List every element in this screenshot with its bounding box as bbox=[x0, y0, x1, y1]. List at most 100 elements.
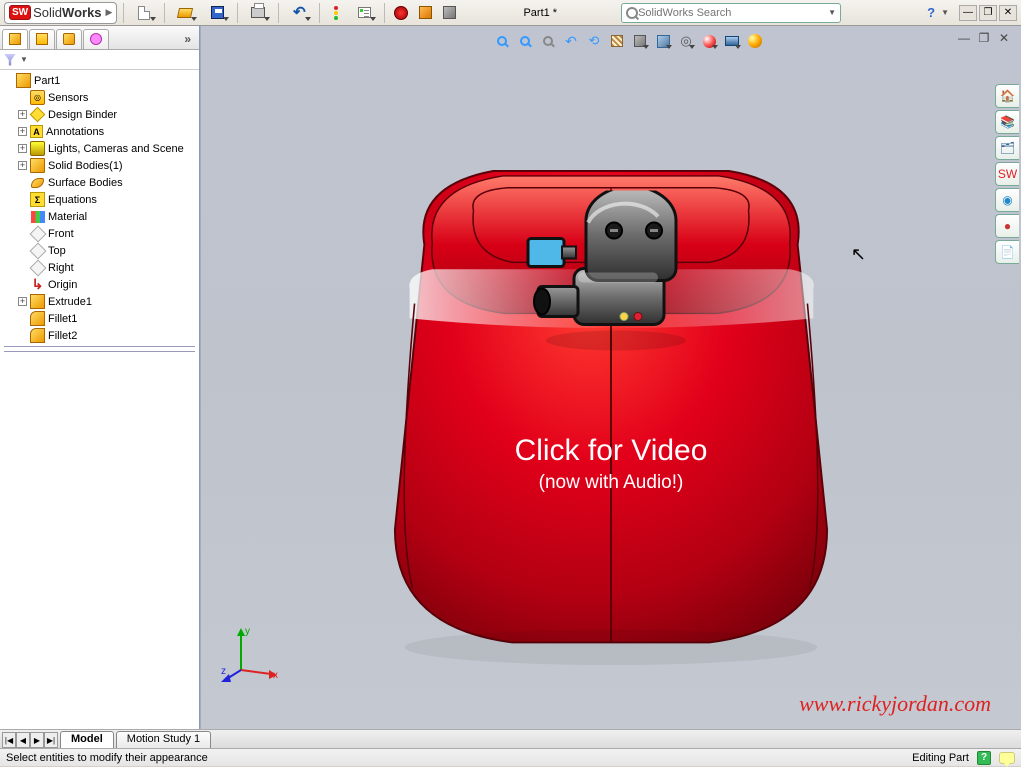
filter-funnel-icon bbox=[4, 54, 16, 66]
tree-item-label: Fillet2 bbox=[48, 330, 77, 342]
property-manager-tab[interactable] bbox=[29, 29, 55, 49]
custom-properties-icon-glyph: ● bbox=[1004, 219, 1011, 233]
doc-minimize-button[interactable]: — bbox=[955, 30, 973, 46]
tree-item-plane[interactable]: Top bbox=[16, 242, 197, 259]
tree-item-lights[interactable]: +Lights, Cameras and Scene bbox=[16, 140, 197, 157]
close-button[interactable]: ✕ bbox=[999, 5, 1017, 21]
tree-item-binder[interactable]: +Design Binder bbox=[16, 106, 197, 123]
tab-nav-last[interactable]: ▶| bbox=[44, 732, 58, 748]
print-button[interactable] bbox=[244, 3, 272, 23]
rotate-view-button[interactable]: ⟲ bbox=[583, 31, 605, 51]
file-explorer-icon-glyph: 🗂 bbox=[1000, 141, 1015, 155]
tree-item-surf[interactable]: Surface Bodies bbox=[16, 174, 197, 191]
tree-item-label: Annotations bbox=[46, 126, 104, 138]
zoom-dynamic-icon: ↶ bbox=[565, 33, 577, 50]
tree-split-handle[interactable] bbox=[4, 346, 195, 352]
feature-manager-tab[interactable] bbox=[2, 29, 28, 49]
overlay-line1: Click for Video bbox=[515, 434, 708, 468]
solidworks-resource-icon bbox=[419, 6, 432, 19]
custom-properties-icon[interactable]: ● bbox=[995, 214, 1019, 238]
status-bar: Select entities to modify their appearan… bbox=[0, 748, 1021, 766]
zoom-dynamic-button[interactable]: ↶ bbox=[560, 31, 582, 51]
view-palette-icon-glyph: SW bbox=[998, 167, 1017, 181]
app-name: SolidWorks bbox=[33, 5, 101, 20]
design-library-icon[interactable]: 📚 bbox=[995, 110, 1019, 134]
rebuild-button[interactable] bbox=[326, 3, 346, 23]
tree-filter-bar[interactable]: ▼ bbox=[0, 50, 199, 70]
doc-restore-button[interactable]: ❐ bbox=[975, 30, 993, 46]
title-bar: SW SolidWorks ▶ ↶ Part1 * ▼ ?▼ — ❐ ✕ bbox=[0, 0, 1021, 26]
tree-item-label: Front bbox=[48, 228, 74, 240]
zoom-area-button[interactable] bbox=[514, 31, 536, 51]
tree-item-label: Extrude1 bbox=[48, 296, 92, 308]
tree-item-extrude[interactable]: +Extrude1 bbox=[16, 293, 197, 310]
minimize-button[interactable]: — bbox=[959, 5, 977, 21]
render-button[interactable] bbox=[744, 31, 766, 51]
tree-item-origin[interactable]: ↳Origin bbox=[16, 276, 197, 293]
tree-item-sensor[interactable]: ◎Sensors bbox=[16, 89, 197, 106]
hide-show-button[interactable]: ◎ bbox=[675, 31, 697, 51]
doc-close-button[interactable]: ✕ bbox=[995, 30, 1013, 46]
edit-appearance-button[interactable] bbox=[698, 31, 720, 51]
tree-item-solid[interactable]: +Solid Bodies(1) bbox=[16, 157, 197, 174]
web-button[interactable] bbox=[391, 3, 411, 23]
help-button[interactable]: ? bbox=[927, 5, 935, 20]
tree-item-mat[interactable]: Material bbox=[16, 208, 197, 225]
tree-root[interactable]: Part1 bbox=[2, 72, 197, 89]
apply-scene-button[interactable] bbox=[721, 31, 743, 51]
assembly-icon bbox=[443, 6, 456, 19]
resources-icon[interactable]: 📄 bbox=[995, 240, 1019, 264]
video-camera-icon[interactable] bbox=[516, 191, 706, 354]
view-palette-icon[interactable]: SW bbox=[995, 162, 1019, 186]
assembly-button[interactable] bbox=[439, 3, 459, 23]
options-button[interactable] bbox=[350, 3, 378, 23]
tree-item-plane[interactable]: Right bbox=[16, 259, 197, 276]
undo-button[interactable]: ↶ bbox=[285, 3, 313, 23]
zoom-fit-button[interactable] bbox=[491, 31, 513, 51]
dimxpert-manager-tab[interactable] bbox=[83, 29, 109, 49]
tab-nav-prev[interactable]: ◀ bbox=[16, 732, 30, 748]
status-help-icon[interactable]: ? bbox=[977, 751, 991, 765]
tab-nav-next[interactable]: ▶ bbox=[30, 732, 44, 748]
zoom-fit-icon bbox=[497, 36, 507, 46]
status-balloon-icon[interactable] bbox=[999, 752, 1015, 764]
tab-nav-first[interactable]: |◀ bbox=[2, 732, 16, 748]
tab-model[interactable]: Model bbox=[60, 731, 114, 748]
appearances-icon[interactable]: ◉ bbox=[995, 188, 1019, 212]
tree-item-plane[interactable]: Front bbox=[16, 225, 197, 242]
app-badge: SW bbox=[9, 5, 31, 20]
video-overlay-text[interactable]: Click for Video (now with Audio!) bbox=[515, 434, 708, 494]
configuration-manager-tab[interactable] bbox=[56, 29, 82, 49]
new-button[interactable] bbox=[130, 3, 158, 23]
tab-motion-study[interactable]: Motion Study 1 bbox=[116, 731, 211, 748]
zoom-previous-button[interactable] bbox=[537, 31, 559, 51]
tree-item-eq[interactable]: ΣEquations bbox=[16, 191, 197, 208]
tree-item-label: Surface Bodies bbox=[48, 177, 123, 189]
panel-collapse-chevron-icon[interactable]: » bbox=[184, 32, 191, 46]
print-icon bbox=[251, 7, 265, 18]
view-triad[interactable]: y x z bbox=[219, 622, 283, 689]
undo-icon: ↶ bbox=[293, 5, 306, 20]
maximize-button[interactable]: ❐ bbox=[979, 5, 997, 21]
main-area: » ▼ Part1 ◎Sensors+Design Binder+AAnnota… bbox=[0, 26, 1021, 729]
home-icon[interactable]: 🏠 bbox=[995, 84, 1019, 108]
tree-item-fillet[interactable]: Fillet2 bbox=[16, 327, 197, 344]
tree-item-label: Fillet1 bbox=[48, 313, 77, 325]
tree-item-fillet[interactable]: Fillet1 bbox=[16, 310, 197, 327]
config-icon bbox=[63, 33, 75, 45]
web-globe-icon bbox=[394, 6, 408, 20]
resources-button[interactable] bbox=[415, 3, 435, 23]
open-button[interactable] bbox=[171, 3, 199, 23]
section-view-button[interactable] bbox=[606, 31, 628, 51]
graphics-viewport[interactable]: ↶ ⟲ ◎ — ❐ ✕ bbox=[200, 26, 1021, 729]
search-box[interactable]: ▼ bbox=[621, 3, 841, 23]
tree-root-label: Part1 bbox=[34, 75, 60, 87]
view-orientation-button[interactable] bbox=[629, 31, 651, 51]
tree-item-ann[interactable]: +AAnnotations bbox=[16, 123, 197, 140]
save-button[interactable] bbox=[203, 3, 231, 23]
display-style-button[interactable] bbox=[652, 31, 674, 51]
app-logo-menu[interactable]: SW SolidWorks ▶ bbox=[4, 2, 117, 24]
file-explorer-icon[interactable]: 🗂 bbox=[995, 136, 1019, 160]
tree-item-label: Right bbox=[48, 262, 74, 274]
search-input[interactable] bbox=[638, 7, 828, 19]
